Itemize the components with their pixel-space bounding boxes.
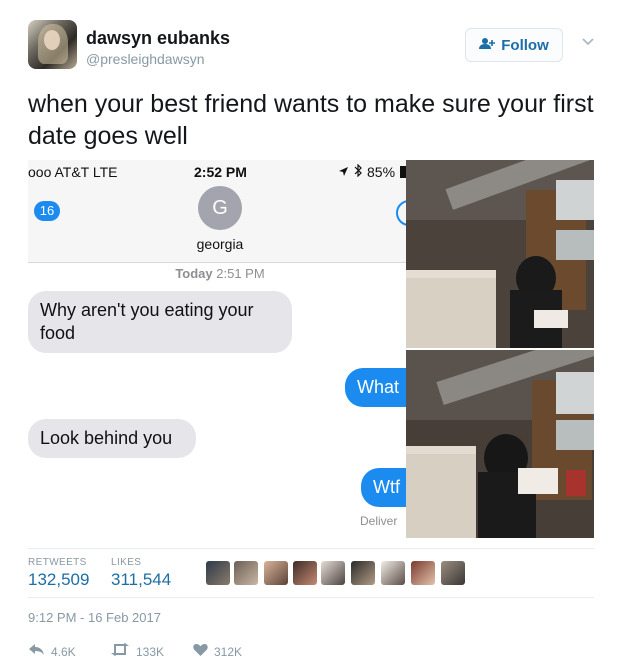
message-incoming: Why aren't you eating your food [28, 291, 292, 353]
likes-label: LIKES [111, 557, 142, 568]
liker-avatar[interactable] [351, 561, 375, 585]
follow-label: Follow [501, 36, 549, 54]
likes-count[interactable]: 311,544 [111, 570, 171, 590]
imessage-header: ooo AT&T LTE 2:52 PM 85% 16 G georgia [28, 160, 422, 263]
user-name[interactable]: dawsyn eubanks [86, 28, 230, 49]
status-time: 2:52 PM [194, 164, 247, 180]
divider [28, 548, 594, 549]
bluetooth-icon [354, 163, 362, 180]
retweets-label: RETWEETS [28, 557, 87, 568]
restaurant-photo [406, 350, 594, 538]
location-arrow-icon [338, 164, 349, 180]
liker-avatar[interactable] [411, 561, 435, 585]
liker-avatar[interactable] [234, 561, 258, 585]
like-count: 312K [214, 644, 243, 659]
like-button[interactable]: 312K [193, 643, 242, 660]
liker-avatar[interactable] [264, 561, 288, 585]
tweet-timestamp[interactable]: 9:12 PM - 16 Feb 2017 [28, 610, 161, 625]
reply-icon [28, 643, 45, 660]
message-timestamp: Today 2:51 PM [175, 266, 265, 281]
retweet-count: 133K [136, 644, 165, 659]
liker-avatar[interactable] [441, 561, 465, 585]
liker-avatar[interactable] [293, 561, 317, 585]
reply-button[interactable]: 4.6K [28, 643, 76, 660]
liker-avatar[interactable] [321, 561, 345, 585]
retweets-count[interactable]: 132,509 [28, 570, 89, 590]
carrier-status: ooo AT&T LTE [28, 164, 118, 180]
reply-count: 4.6K [51, 644, 76, 659]
retweet-icon [110, 643, 130, 660]
chevron-down-icon[interactable] [578, 34, 598, 54]
retweet-button[interactable]: 133K [110, 643, 164, 660]
back-badge[interactable]: 16 [34, 201, 60, 221]
follow-person-icon [479, 37, 496, 53]
liker-avatar[interactable] [381, 561, 405, 585]
contact-name: georgia [196, 236, 244, 252]
tweet-text: when your best friend wants to make sure… [28, 90, 594, 150]
user-avatar[interactable] [28, 20, 77, 69]
divider [28, 597, 594, 598]
battery-percent: 85% [367, 164, 396, 180]
contact-avatar: G [198, 186, 242, 230]
message-incoming: Look behind you [28, 419, 196, 458]
user-handle[interactable]: @presleighdawsyn [86, 51, 205, 67]
delivered-status: Deliver [360, 514, 398, 528]
heart-icon [193, 643, 208, 660]
follow-button[interactable]: Follow [465, 28, 563, 62]
tweet-media-image[interactable]: ooo AT&T LTE 2:52 PM 85% 16 G georgia To… [28, 160, 594, 538]
restaurant-photo [406, 160, 594, 348]
liker-avatar[interactable] [206, 561, 230, 585]
